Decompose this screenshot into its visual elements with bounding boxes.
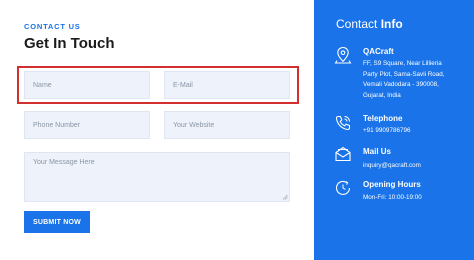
phone-input[interactable]: Phone Number [24, 111, 150, 139]
contact-info-panel: Contact Info QACraft FF, S9 Square, Near… [314, 0, 474, 260]
contact-form-section: CONTACT US Get In Touch Name E-Mail Phon… [0, 0, 314, 260]
website-input[interactable]: Your Website [164, 111, 290, 139]
phone-icon [335, 115, 351, 131]
clock-24-icon [335, 180, 351, 195]
website-placeholder: Your Website [173, 121, 215, 129]
company-address: FF, S9 Square, Near Lillieria Party Plot… [363, 59, 463, 101]
address-line: Party Plot, Sama-Savli Road, [363, 70, 445, 78]
name-placeholder: Name [33, 81, 52, 89]
mail-title: Mail Us [363, 147, 392, 156]
submit-button[interactable]: SUBMIT NOW [24, 211, 90, 233]
mail-value[interactable]: inquiry@qacraft.com [363, 161, 463, 172]
contact-info-title-plain: Contact [336, 17, 381, 31]
contact-info-title: Contact Info [336, 17, 403, 31]
company-name: QACraft [363, 47, 394, 56]
message-placeholder: Your Message Here [33, 159, 95, 166]
hours-title: Opening Hours [363, 180, 421, 189]
email-input[interactable]: E-Mail [164, 71, 290, 99]
contact-info-title-bold: Info [380, 17, 403, 31]
address-line: Gujarat, India [363, 91, 401, 99]
name-input[interactable]: Name [24, 71, 150, 99]
email-placeholder: E-Mail [173, 81, 193, 89]
section-eyebrow: CONTACT US [24, 22, 81, 31]
phone-placeholder: Phone Number [33, 121, 81, 129]
telephone-title: Telephone [363, 114, 403, 123]
message-textarea[interactable]: Your Message Here [24, 152, 290, 202]
address-line: Vemali Vadodara - 390008, [363, 81, 439, 88]
address-line: FF, S9 Square, Near Lillieria [363, 60, 442, 67]
telephone-value[interactable]: +91 9909786796 [363, 126, 463, 137]
page-title: Get In Touch [24, 35, 115, 52]
resize-handle-icon[interactable] [282, 194, 288, 200]
hours-value: Mon-Fri: 10:00-19:00 [363, 194, 422, 201]
mail-icon [335, 146, 351, 162]
location-icon [334, 46, 352, 64]
